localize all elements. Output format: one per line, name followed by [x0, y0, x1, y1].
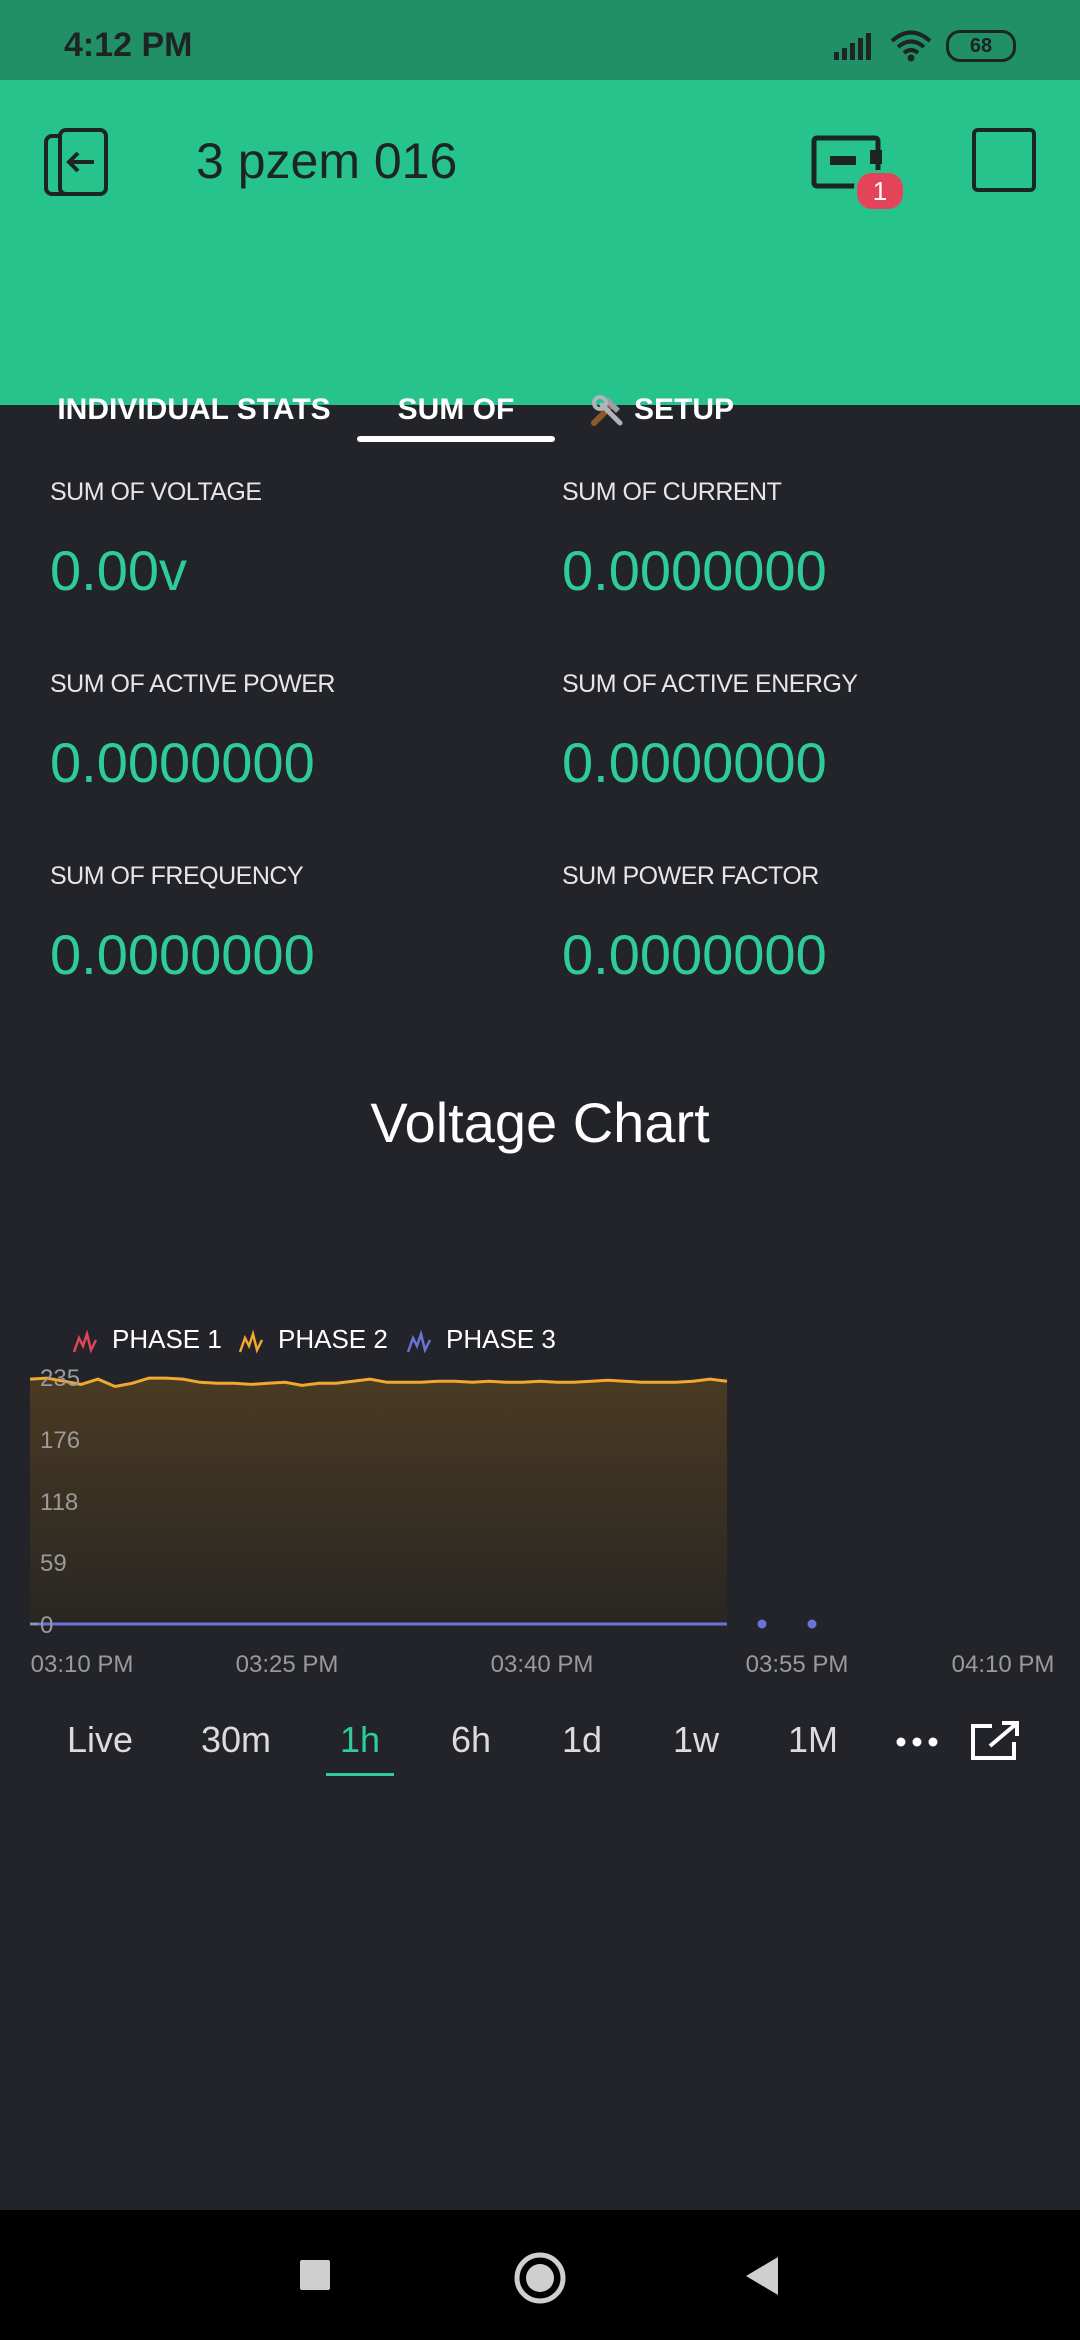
- current-value: 0.0000000: [562, 539, 827, 602]
- system-nav-bar: [0, 2210, 1080, 2340]
- legend-item: PHASE 3: [406, 1324, 556, 1354]
- x-tick-label: 04:10 PM: [952, 1651, 1055, 1678]
- data-point: [807, 1619, 817, 1629]
- status-bar: 4:12 PM 68: [0, 0, 1080, 80]
- back-icon[interactable]: [742, 2254, 782, 2298]
- voltage-value: 0.00v: [50, 539, 187, 602]
- exit-icon[interactable]: [40, 128, 114, 202]
- power-factor-value: 0.0000000: [562, 923, 827, 986]
- legend-swatch: [406, 1329, 432, 1354]
- x-tick-label: 03:40 PM: [491, 1651, 594, 1678]
- legend-swatch: [238, 1329, 264, 1354]
- plot-area: [29, 1376, 817, 1629]
- data-point: [757, 1619, 767, 1629]
- legend-label: PHASE 2: [278, 1324, 388, 1354]
- tab-bar: INDIVIDUAL STATS SUM OF SETUP: [0, 290, 1080, 442]
- y-tick-label: 59: [40, 1550, 67, 1577]
- range-1w[interactable]: 1w: [646, 1700, 746, 1780]
- legend-label: PHASE 3: [446, 1324, 556, 1354]
- x-tick-label: 03:55 PM: [746, 1651, 849, 1678]
- active-energy-value: 0.0000000: [562, 731, 827, 794]
- active-energy-label: SUM OF ACTIVE ENERGY: [562, 670, 858, 698]
- selected-range-indicator: [326, 1773, 394, 1776]
- tab-setup[interactable]: SETUP: [586, 380, 736, 440]
- tools-icon: [590, 395, 623, 426]
- device-status-button[interactable]: 1: [810, 124, 906, 220]
- tab-individual-stats[interactable]: INDIVIDUAL STATS: [44, 380, 344, 440]
- range-1d[interactable]: 1d: [532, 1700, 632, 1780]
- frequency-value: 0.0000000: [50, 923, 315, 986]
- y-tick-label: 176: [40, 1427, 80, 1454]
- chart-title: Voltage Chart: [370, 1091, 710, 1154]
- status-icons: 68: [834, 30, 1016, 62]
- more-icon[interactable]: [892, 1722, 942, 1762]
- x-axis: 03:10 PM 03:25 PM 03:40 PM 03:55 PM 04:10 PM: [31, 1651, 1055, 1678]
- range-1M[interactable]: 1M: [763, 1700, 863, 1780]
- tab-label: SETUP: [633, 393, 735, 426]
- active-power-label: SUM OF ACTIVE POWER: [50, 670, 335, 698]
- time-range-selector: Live 30m 1h 6h 1d 1w 1M: [0, 1700, 1080, 1780]
- tab-label: INDIVIDUAL STATS: [57, 393, 331, 426]
- expand-icon[interactable]: [968, 1720, 1022, 1764]
- range-6h[interactable]: 6h: [421, 1700, 521, 1780]
- y-tick-label: 0: [40, 1612, 53, 1639]
- voltage-label: SUM OF VOLTAGE: [50, 478, 262, 506]
- home-icon[interactable]: [512, 2250, 568, 2306]
- range-live[interactable]: Live: [50, 1700, 150, 1780]
- tab-label: SUM OF: [397, 393, 515, 426]
- project-title: 3 pzem 016: [196, 133, 458, 189]
- status-time: 4:12 PM: [64, 26, 193, 64]
- active-tab-indicator: [357, 436, 555, 442]
- legend-item: PHASE 1: [72, 1324, 222, 1354]
- stop-button[interactable]: [972, 128, 1036, 192]
- range-30m[interactable]: 30m: [186, 1700, 286, 1780]
- wifi-icon: [890, 30, 932, 62]
- x-tick-label: 03:10 PM: [31, 1651, 134, 1678]
- battery-indicator: 68: [946, 30, 1016, 62]
- series-area: [30, 1378, 727, 1624]
- current-label: SUM OF CURRENT: [562, 478, 782, 506]
- power-factor-label: SUM POWER FACTOR: [562, 862, 819, 890]
- tab-sum-of[interactable]: SUM OF: [357, 380, 555, 440]
- range-1h[interactable]: 1h: [310, 1700, 410, 1780]
- y-tick-label: 235: [40, 1365, 80, 1392]
- signal-icon: [834, 33, 871, 60]
- y-tick-label: 118: [40, 1489, 78, 1516]
- legend-swatch: [72, 1329, 98, 1354]
- frequency-label: SUM OF FREQUENCY: [50, 862, 304, 890]
- x-tick-label: 03:25 PM: [236, 1651, 339, 1678]
- active-power-value: 0.0000000: [50, 731, 315, 794]
- notification-badge: 1: [854, 170, 906, 212]
- chart-legend: PHASE 1 PHASE 2 PHASE 3: [72, 1324, 556, 1354]
- voltage-chart[interactable]: PHASE 1 PHASE 2 PHASE 3 235 176 118 59 0 03:10…: [0, 1300, 1080, 1700]
- legend-item: PHASE 2: [238, 1324, 388, 1354]
- app-header: 3 pzem 016 1 INDIVIDUAL STATS SUM OF SET…: [0, 80, 1080, 442]
- recents-icon[interactable]: [298, 2258, 332, 2292]
- legend-label: PHASE 1: [112, 1324, 222, 1354]
